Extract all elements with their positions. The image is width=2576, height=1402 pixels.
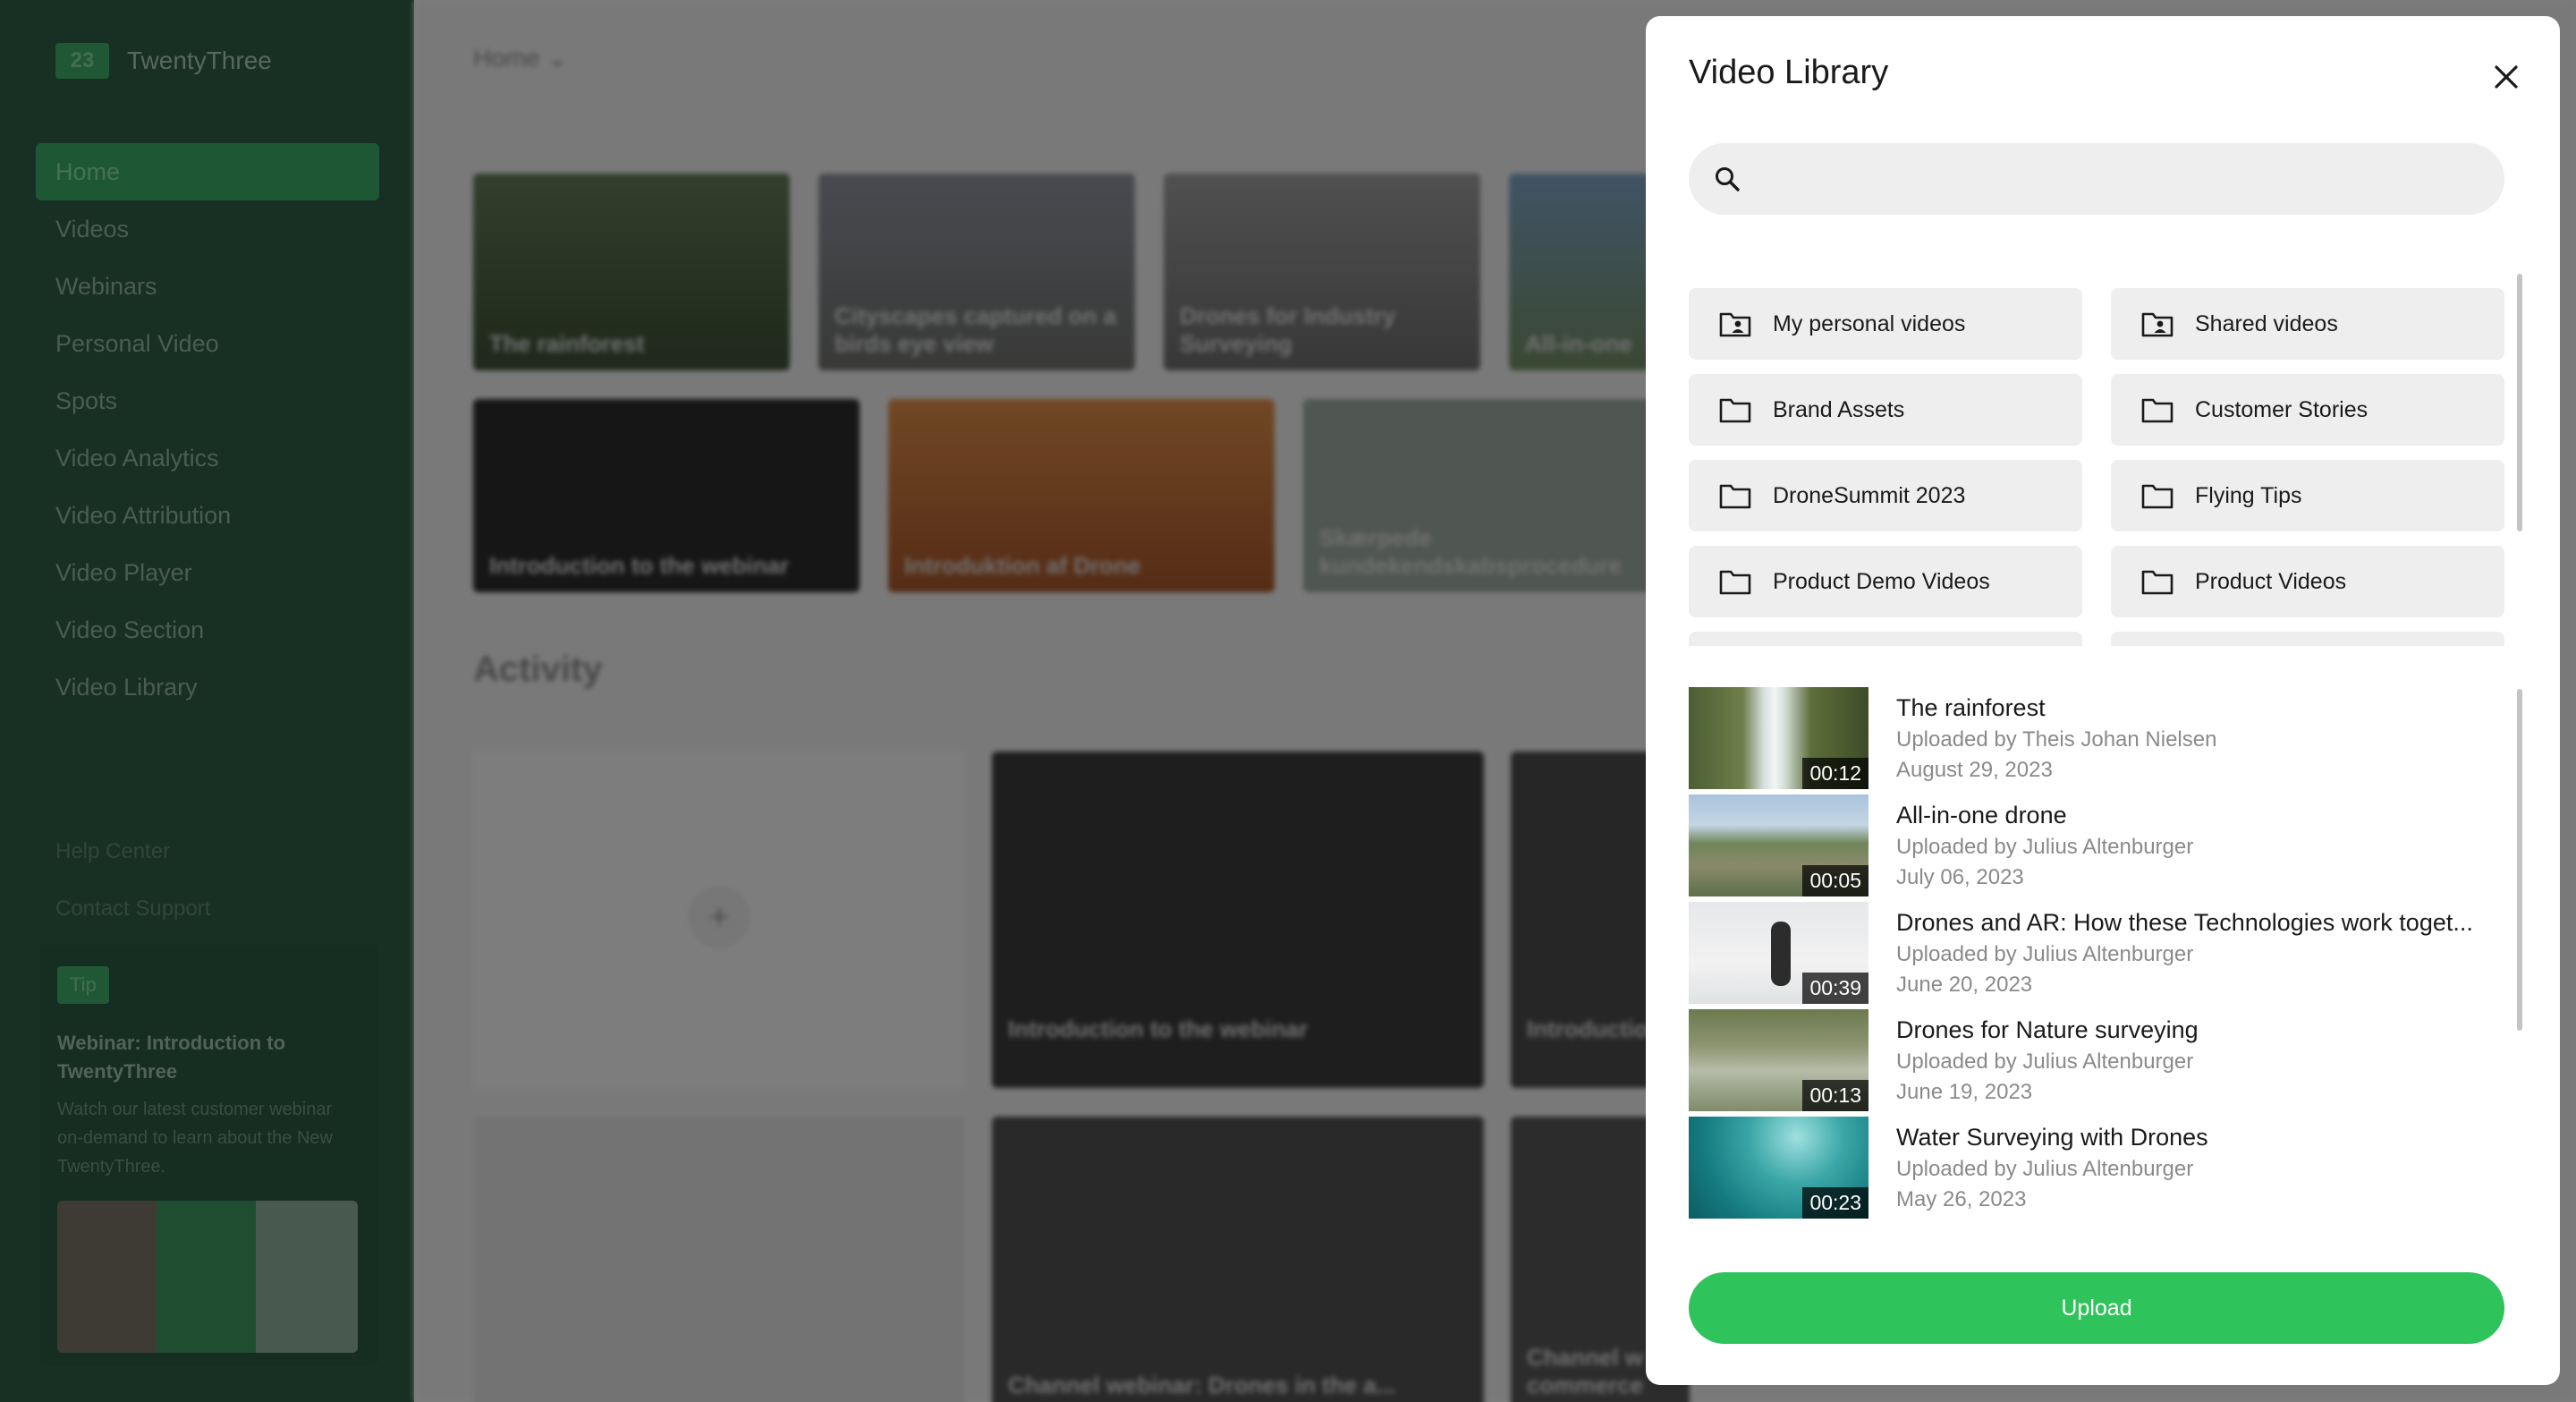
folder-scrollbar[interactable] <box>2517 274 2522 531</box>
video-date: June 20, 2023 <box>1896 973 2033 997</box>
folder-my-personal-videos[interactable]: My personal videos <box>1689 288 2082 360</box>
video-thumbnail: 00:13 <box>1689 1009 1868 1111</box>
video-thumbnail: 00:12 <box>1689 687 1868 789</box>
video-thumbnail: 00:23 <box>1689 1117 1868 1219</box>
video-title: All-in-one drone <box>1896 802 2067 828</box>
close-button[interactable] <box>2483 54 2529 100</box>
folder-icon <box>1719 398 1751 423</box>
modal-title: Video Library <box>1689 54 1889 91</box>
video-library-modal: Video Library My personal videos Shared … <box>1646 16 2560 1385</box>
folder-label: Customer Stories <box>2195 396 2368 422</box>
folder-icon <box>2141 398 2174 423</box>
folder-icon <box>2141 484 2174 509</box>
folder-label: My personal videos <box>1773 310 1966 336</box>
folder-icon <box>1719 484 1751 509</box>
duration-badge: 00:39 <box>1802 973 1868 1004</box>
folder-icon <box>2141 570 2174 595</box>
search-icon <box>1716 167 1740 191</box>
folder-user-icon <box>1719 312 1751 337</box>
duration-badge: 00:23 <box>1802 1187 1868 1219</box>
duration-badge: 00:05 <box>1802 865 1868 896</box>
folder-label: DroneSummit 2023 <box>1773 482 1966 508</box>
folder-product-demo-videos[interactable]: Product Demo Videos <box>1689 546 2082 617</box>
video-title: Drones and AR: How these Technologies wo… <box>1896 909 2473 936</box>
video-title: Water Surveying with Drones <box>1896 1124 2208 1151</box>
folder-label: Flying Tips <box>2195 482 2302 508</box>
close-icon <box>2495 65 2518 89</box>
video-uploader: Uploaded by Julius Altenburger <box>1896 835 2194 859</box>
video-list-scrollbar[interactable] <box>2517 689 2522 1031</box>
app-root: 23 TwentyThree Home Videos Webinars Pers… <box>0 0 2576 1402</box>
folder-label: Product Videos <box>2195 568 2347 594</box>
duration-badge: 00:13 <box>1802 1080 1868 1111</box>
folder-label: Brand Assets <box>1773 396 1905 422</box>
folder-partial[interactable] <box>2111 632 2504 646</box>
video-item[interactable]: 00:13 Drones for Nature surveying Upload… <box>1689 1009 2503 1111</box>
duration-badge: 00:12 <box>1802 758 1868 789</box>
video-uploader: Uploaded by Julius Altenburger <box>1896 942 2194 966</box>
video-item[interactable]: 00:05 All-in-one drone Uploaded by Juliu… <box>1689 794 2503 896</box>
video-title: Drones for Nature surveying <box>1896 1016 2199 1043</box>
video-item[interactable]: 00:23 Water Surveying with Drones Upload… <box>1689 1117 2503 1219</box>
folder-customer-stories[interactable]: Customer Stories <box>2111 374 2504 446</box>
folder-label: Shared videos <box>2195 310 2338 336</box>
video-date: May 26, 2023 <box>1896 1187 2027 1211</box>
folder-label: Product Demo Videos <box>1773 568 1990 594</box>
video-item[interactable]: 00:39 Drones and AR: How these Technolog… <box>1689 902 2503 1004</box>
folder-flying-tips[interactable]: Flying Tips <box>2111 460 2504 531</box>
video-list: 00:12 The rainforest Uploaded by Theis J… <box>1689 687 2503 1235</box>
folder-product-videos[interactable]: Product Videos <box>2111 546 2504 617</box>
search-input[interactable] <box>1758 165 2492 193</box>
video-date: July 06, 2023 <box>1896 865 2024 889</box>
video-date: June 19, 2023 <box>1896 1080 2033 1104</box>
folder-grid: My personal videos Shared videos Brand A… <box>1689 272 2504 646</box>
video-uploader: Uploaded by Julius Altenburger <box>1896 1157 2194 1181</box>
person-figure <box>1771 922 1791 986</box>
video-thumbnail: 00:39 <box>1689 902 1868 1004</box>
video-item[interactable]: 00:12 The rainforest Uploaded by Theis J… <box>1689 687 2503 789</box>
video-uploader: Uploaded by Julius Altenburger <box>1896 1049 2194 1074</box>
video-date: August 29, 2023 <box>1896 758 2053 782</box>
search-bar[interactable] <box>1689 143 2504 215</box>
folder-partial[interactable] <box>1689 632 2082 646</box>
folder-brand-assets[interactable]: Brand Assets <box>1689 374 2082 446</box>
folder-dronesummit-2023[interactable]: DroneSummit 2023 <box>1689 460 2082 531</box>
video-thumbnail: 00:05 <box>1689 794 1868 896</box>
folder-user-icon <box>2141 312 2174 337</box>
upload-button[interactable]: Upload <box>1689 1272 2504 1344</box>
folder-icon <box>1719 570 1751 595</box>
video-uploader: Uploaded by Theis Johan Nielsen <box>1896 727 2217 752</box>
video-title: The rainforest <box>1896 694 2046 721</box>
folder-shared-videos[interactable]: Shared videos <box>2111 288 2504 360</box>
